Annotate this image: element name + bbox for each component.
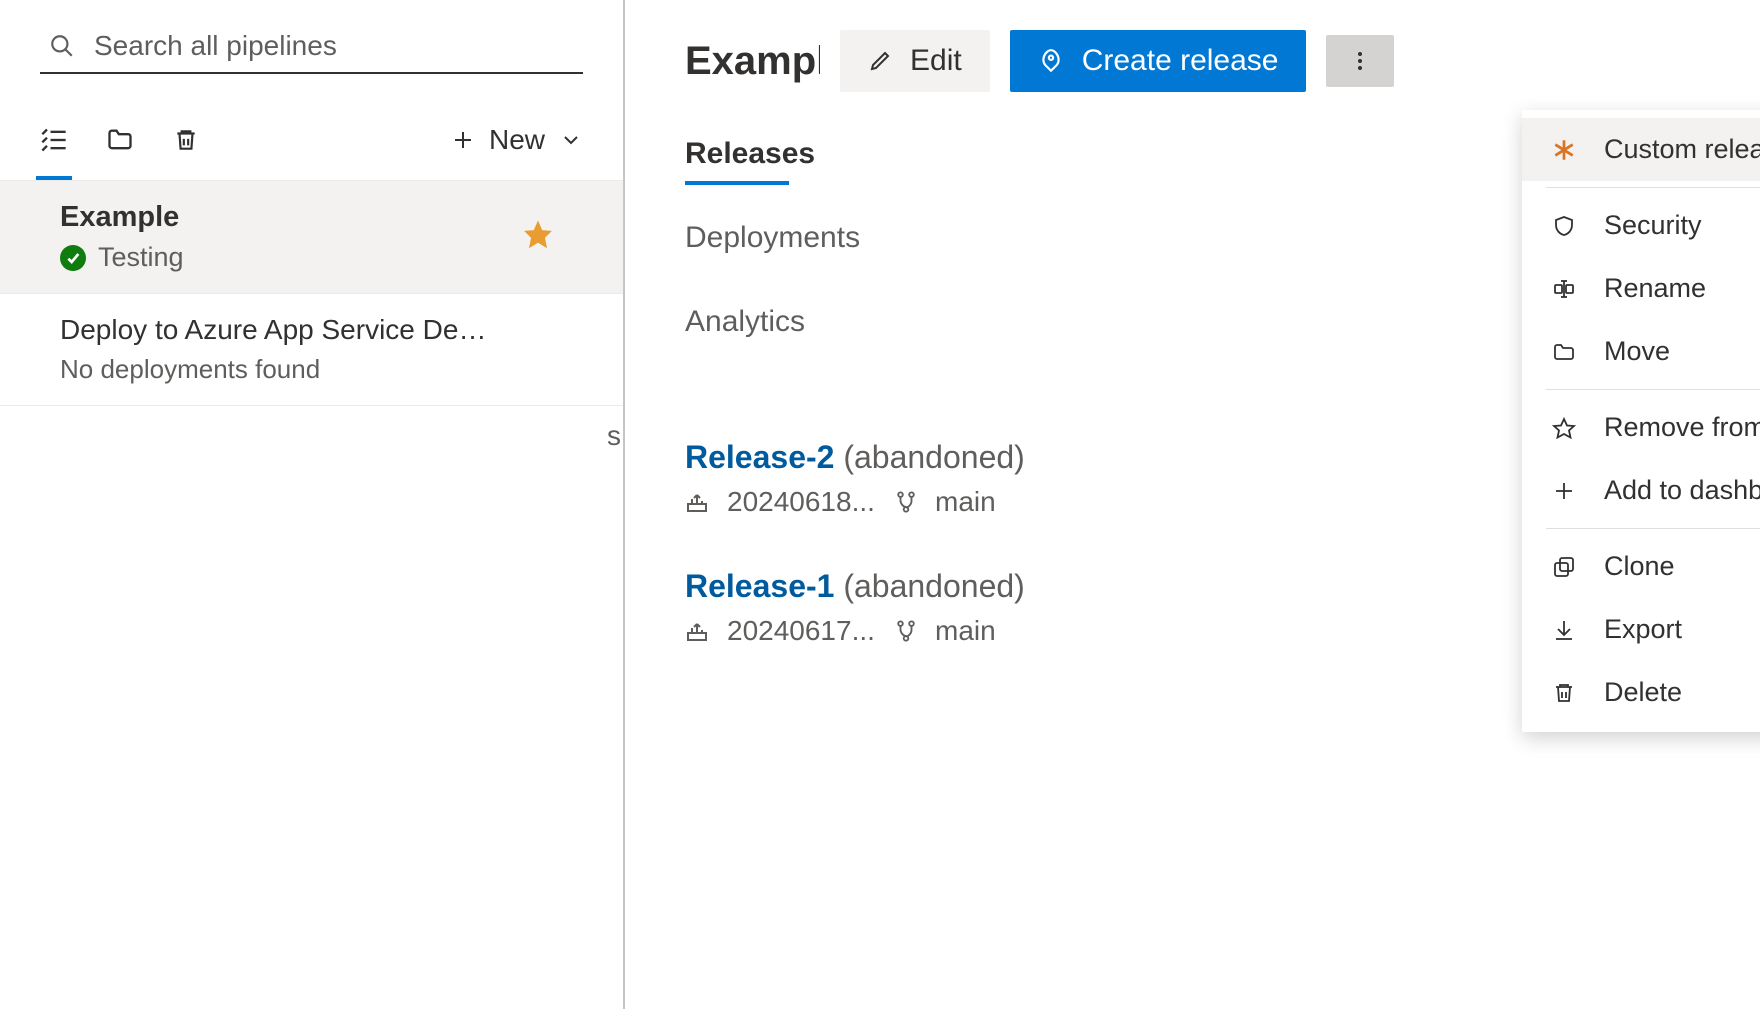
pipeline-status-text: No deployments found [60,354,320,385]
main-panel: s Example Edit Create release Releases D… [625,0,1760,1009]
plus-icon [1550,477,1578,505]
menu-label: Move [1604,336,1670,367]
branch-icon [895,491,917,513]
menu-label: Remove from my favorites [1604,412,1760,443]
pipeline-name: Example [60,201,583,234]
menu-move[interactable]: Move [1522,320,1760,383]
trash-icon[interactable] [172,126,200,154]
release-build: 20240617.... [727,615,877,647]
pipeline-item[interactable]: Example Testing [0,181,623,294]
shield-icon [1550,212,1578,240]
page-title: Example [685,39,820,84]
sidebar: New Example Testing [0,0,625,1009]
star-icon[interactable] [523,220,553,255]
create-release-button[interactable]: Create release [1010,30,1307,92]
menu-label: Add to dashboard [1604,475,1760,506]
header: Example Edit Create release [685,30,1760,92]
cutoff-text: s [607,420,621,452]
menu-divider [1546,389,1760,390]
menu-divider [1546,187,1760,188]
menu-export[interactable]: Export [1522,598,1760,661]
chevron-down-icon [559,128,583,152]
sidebar-toolbar: New [40,124,583,156]
menu-security[interactable]: Security [1522,194,1760,257]
success-icon [60,245,86,271]
context-menu: Custom release definition action Securit… [1522,110,1760,732]
folder-icon[interactable] [106,126,134,154]
menu-label: Custom release definition action [1604,134,1760,165]
release-status: (abandoned) [843,568,1024,604]
menu-label: Delete [1604,677,1682,708]
release-branch: main [935,486,996,518]
build-icon [685,619,709,643]
pipeline-name: Deploy to Azure App Service De… [60,314,583,346]
star-outline-icon [1550,414,1578,442]
release-branch: main [935,615,996,647]
more-actions-button[interactable] [1326,35,1394,87]
pipeline-item[interactable]: Deploy to Azure App Service De… No deplo… [0,294,623,406]
pipeline-status: Testing [60,242,583,273]
release-link[interactable]: Release-2 [685,439,834,475]
menu-remove-favorite[interactable]: Remove from my favorites [1522,396,1760,459]
search-input[interactable] [94,30,575,62]
pipeline-status: No deployments found [60,354,583,385]
new-button-label: New [489,124,545,156]
menu-add-dashboard[interactable]: Add to dashboard [1522,459,1760,522]
release-status: (abandoned) [843,439,1024,475]
pipeline-status-text: Testing [98,242,184,273]
new-button[interactable]: New [451,124,583,156]
pipeline-list: Example Testing Deploy to Azure App Serv… [0,180,623,406]
trash-icon [1550,679,1578,707]
branch-icon [895,620,917,642]
search-bar[interactable] [40,20,583,74]
asterisk-icon [1550,136,1578,164]
copy-icon [1550,553,1578,581]
release-build: 20240618.... [727,486,877,518]
edit-button[interactable]: Edit [840,30,990,92]
folder-icon [1550,338,1578,366]
menu-delete[interactable]: Delete [1522,661,1760,724]
search-icon [48,32,76,60]
menu-label: Clone [1604,551,1675,582]
download-icon [1550,616,1578,644]
menu-label: Security [1604,210,1702,241]
create-release-label: Create release [1082,44,1279,78]
menu-divider [1546,528,1760,529]
menu-label: Export [1604,614,1682,645]
list-view-icon[interactable] [40,126,68,154]
menu-rename[interactable]: Rename [1522,257,1760,320]
pencil-icon [868,49,892,73]
menu-custom-action[interactable]: Custom release definition action [1522,118,1760,181]
menu-clone[interactable]: Clone [1522,535,1760,598]
edit-button-label: Edit [910,44,962,78]
rocket-icon [1038,48,1064,74]
kebab-icon [1348,49,1372,73]
rename-icon [1550,275,1578,303]
release-link[interactable]: Release-1 [685,568,834,604]
menu-label: Rename [1604,273,1706,304]
build-icon [685,490,709,514]
plus-icon [451,128,475,152]
